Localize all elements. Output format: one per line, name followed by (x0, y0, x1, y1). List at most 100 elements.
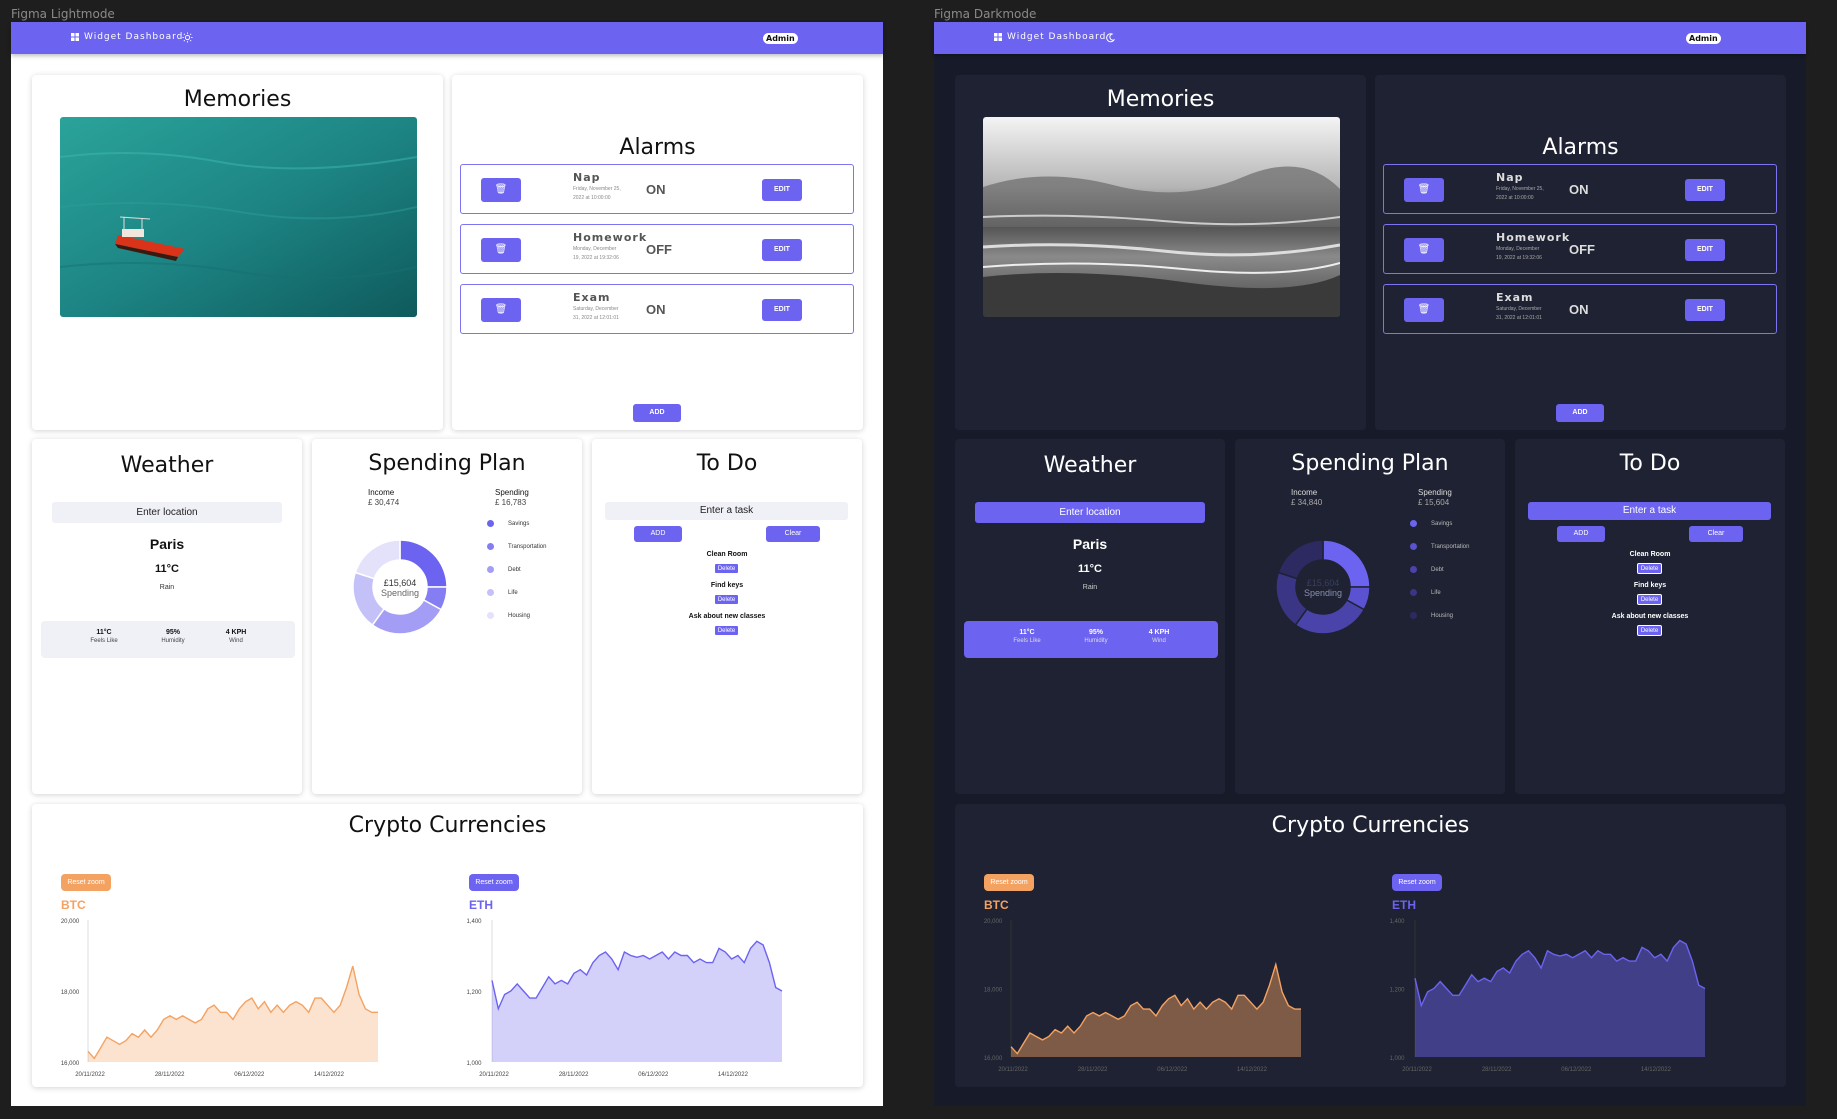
alarm-toggle[interactable]: OFF (646, 242, 672, 257)
light-mode-frame: Widget Dashboard Admin Memories Alarms 🗑… (11, 22, 883, 1106)
alarm-delete-button[interactable]: 🗑 (1404, 178, 1444, 202)
legend-item-housing[interactable]: Housing (487, 612, 530, 619)
eth-reset-zoom-button[interactable]: Reset zoom (1392, 874, 1442, 891)
moon-icon[interactable] (1105, 33, 1115, 43)
alarm-delete-button[interactable]: 🗑 (1404, 298, 1444, 322)
dashboard-brand[interactable]: Widget Dashboard (71, 32, 183, 42)
alarm-edit-button[interactable]: EDIT (762, 239, 802, 261)
alarm-toggle[interactable]: ON (646, 302, 666, 317)
eth-area-chart[interactable]: 1,000 1,200 1,400 20/11/2022 28/11/2022 06/12… (452, 912, 787, 1082)
legend-item-transportation[interactable]: Transportation (1410, 543, 1469, 550)
alarm-toggle[interactable]: OFF (1569, 242, 1595, 257)
alarm-delete-button[interactable]: 🗑 (481, 298, 521, 322)
alarm-add-button[interactable]: ADD (633, 404, 681, 422)
admin-badge[interactable]: Admin (763, 33, 798, 44)
legend-item-transportation[interactable]: Transportation (487, 543, 546, 550)
series-area (492, 941, 782, 1062)
alarm-toggle[interactable]: ON (1569, 302, 1589, 317)
legend-label: Transportation (508, 543, 547, 550)
todo-delete-button[interactable]: Delete (714, 594, 739, 605)
y-tick-label: 20,000 (984, 919, 1003, 925)
humidity-stat: 95% Humidity (143, 629, 203, 644)
alarm-delete-button[interactable]: 🗑 (481, 238, 521, 262)
legend-item-debt[interactable]: Debt (487, 566, 521, 573)
todo-add-button[interactable]: ADD (1557, 526, 1605, 542)
spending-title: Spending Plan (1291, 451, 1449, 476)
alarm-edit-button[interactable]: EDIT (1685, 299, 1725, 321)
stat-value: 4 KPH (1148, 629, 1170, 636)
task-input[interactable]: Enter a task (605, 502, 848, 520)
alarm-edit-button[interactable]: EDIT (1685, 179, 1725, 201)
alarm-item-homework: 🗑 Homework Monday, December 19, 2022 at … (460, 224, 854, 274)
spending-value: £ 15,604 (1418, 498, 1450, 507)
todo-delete-button[interactable]: Delete (1637, 563, 1662, 574)
legend-item-life[interactable]: Life (487, 589, 518, 596)
y-tick-label: 1,400 (466, 919, 482, 925)
todo-delete-button[interactable]: Delete (714, 563, 739, 574)
alarm-date: Monday, December 19, 2022 at 19:32:06 (1496, 246, 1542, 261)
btc-area-chart[interactable]: 16,000 18,000 20,000 20/11/2022 28/11/2022 06… (48, 912, 383, 1082)
sun-icon[interactable] (182, 32, 193, 43)
alarm-edit-button[interactable]: EDIT (1685, 239, 1725, 261)
alarm-date: Saturday, December 31, 2022 at 12:01:01 (1496, 306, 1542, 321)
y-tick-label: 18,000 (61, 990, 80, 996)
todo-delete-button[interactable]: Delete (714, 625, 739, 636)
stat-label: Feels Like (90, 638, 118, 644)
wind-stat: 4 KPH Wind (206, 629, 266, 644)
todo-delete-button[interactable]: Delete (1637, 594, 1662, 605)
todo-item: Clean Room (1629, 551, 1671, 558)
crypto-title: Crypto Currencies (348, 813, 547, 838)
donut-amount: £15,604 (383, 578, 417, 588)
legend-dot (487, 612, 494, 619)
x-tick-label: 20/11/2022 (75, 1072, 105, 1078)
alarm-add-button[interactable]: ADD (1556, 404, 1604, 422)
alarm-edit-button[interactable]: EDIT (762, 179, 802, 201)
btc-area-chart[interactable]: 16,000 18,000 20,000 20/11/2022 28/11/2022 06… (971, 912, 1306, 1077)
alarm-edit-button[interactable]: EDIT (762, 299, 802, 321)
grid-logo-icon (71, 33, 79, 41)
y-tick-label: 1,200 (1389, 988, 1405, 994)
alarm-toggle[interactable]: ON (646, 182, 666, 197)
eth-area-chart[interactable]: 1,000 1,200 1,400 20/11/2022 28/11/2022 06/12… (1375, 912, 1710, 1077)
stat-value: 11°C (96, 629, 112, 636)
todo-title: To Do (696, 451, 758, 476)
alarm-item-exam: 🗑 Exam Saturday, December 31, 2022 at 12… (460, 284, 854, 334)
x-tick-label: 06/12/2022 (638, 1072, 669, 1078)
stat-label: Humidity (161, 638, 185, 644)
legend-label: Savings (508, 520, 530, 527)
legend-item-savings[interactable]: Savings (487, 520, 529, 527)
memory-photo (60, 117, 417, 317)
todo-delete-button[interactable]: Delete (1637, 625, 1662, 636)
wind-stat: 4 KPH Wind (1129, 629, 1189, 644)
alarm-delete-button[interactable]: 🗑 (1404, 238, 1444, 262)
alarm-name: Nap (573, 171, 601, 184)
alarm-delete-button[interactable]: 🗑 (481, 178, 521, 202)
alarm-toggle[interactable]: ON (1569, 182, 1589, 197)
legend-item-debt[interactable]: Debt (1410, 566, 1444, 573)
legend-item-life[interactable]: Life (1410, 589, 1441, 596)
todo-card: To Do Enter a task ADD Clear Clean Room … (592, 439, 862, 794)
weather-title: Weather (120, 453, 214, 478)
btc-reset-zoom-button[interactable]: Reset zoom (984, 874, 1034, 891)
legend-label: Transportation (1431, 543, 1470, 550)
btc-reset-zoom-button[interactable]: Reset zoom (61, 874, 111, 891)
alarms-card: Alarms 🗑 Nap Friday, November 25, 2022 a… (452, 75, 863, 430)
task-input[interactable]: Enter a task (1528, 502, 1771, 520)
feels-like-stat: 11°C Feels Like (997, 629, 1057, 644)
dashboard-brand[interactable]: Widget Dashboard (994, 32, 1106, 42)
x-tick-label: 06/12/2022 (1561, 1067, 1592, 1073)
alarm-date: Friday, November 25, 2022 at 10:00:00 (573, 186, 621, 201)
legend-item-housing[interactable]: Housing (1410, 612, 1453, 619)
location-input[interactable]: Enter location (52, 502, 282, 523)
alarm-date: Saturday, December 31, 2022 at 12:01:01 (573, 306, 619, 321)
todo-clear-button[interactable]: Clear (766, 526, 820, 542)
eth-reset-zoom-button[interactable]: Reset zoom (469, 874, 519, 891)
admin-badge[interactable]: Admin (1686, 33, 1721, 44)
legend-item-savings[interactable]: Savings (1410, 520, 1452, 527)
legend-label: Debt (508, 566, 521, 573)
location-input[interactable]: Enter location (975, 502, 1205, 523)
x-tick-label: 14/12/2022 (718, 1072, 749, 1078)
todo-add-button[interactable]: ADD (634, 526, 682, 542)
todo-clear-button[interactable]: Clear (1689, 526, 1743, 542)
feels-like-stat: 11°C Feels Like (74, 629, 134, 644)
